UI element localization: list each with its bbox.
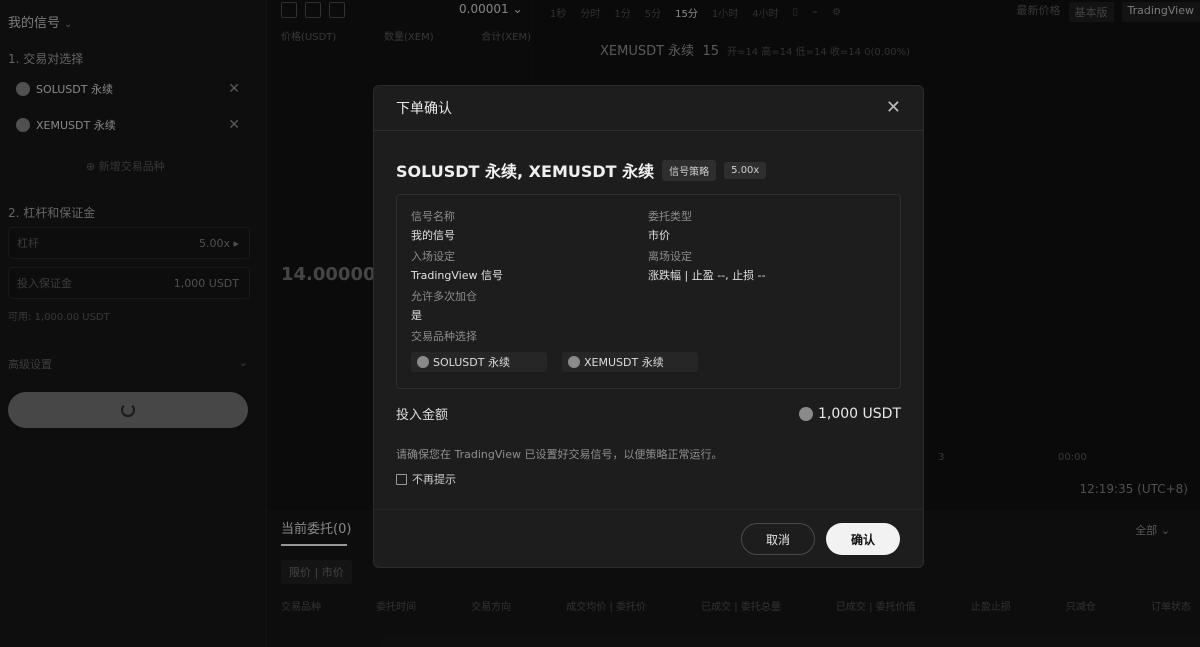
- cancel-button[interactable]: 取消: [741, 523, 815, 555]
- dialog-title: 下单确认: [396, 101, 452, 117]
- invest-label: 投入金额: [396, 408, 449, 423]
- exit-setting-item: 离场设定 涨跌幅 | 止盈 --, 止损 --: [648, 250, 766, 282]
- coin-icon: [568, 356, 580, 368]
- multi-entry-item: 允许多次加仓是: [411, 290, 477, 322]
- signal-name-item: 信号名称 我的信号: [411, 210, 455, 242]
- order-details-box: 信号名称 我的信号 委托类型 市价 入场设定 TradingView 信号 离场设定涨…: [396, 194, 901, 389]
- invest-amount-row: 投入金额 1,000 USDT: [396, 404, 901, 424]
- order-type-item: 委托类型 市价: [648, 210, 692, 242]
- dialog-header: 下单确认 ✕: [374, 86, 923, 131]
- symbol-chip-xem: XEMUSDT 永续: [562, 352, 698, 372]
- tradingview-notice: 请确保您在 TradingView 已设置好交易信号，以便策略正常运行。: [396, 448, 723, 461]
- coin-icon: [417, 356, 429, 368]
- dialog-footer: 取消 确认: [374, 509, 923, 568]
- close-icon[interactable]: ✕: [886, 99, 901, 117]
- dont-show-again-checkbox[interactable]: 不再提示: [396, 471, 456, 487]
- pairs-title: SOLUSDT 永续, XEMUSDT 永续: [396, 162, 655, 181]
- symbols-label: 交易品种选择: [411, 330, 477, 343]
- entry-setting-item: 入场设定 TradingView 信号: [411, 250, 503, 282]
- usdt-coin-icon: [799, 406, 813, 421]
- invest-value: 1,000 USDT: [799, 406, 901, 422]
- leverage-badge: 5.00x: [724, 161, 767, 179]
- symbol-chip-sol: SOLUSDT 永续: [411, 352, 547, 372]
- dialog-summary: SOLUSDT 永续, XEMUSDT 永续 信号策略 5.00x: [396, 158, 767, 182]
- checkbox-icon[interactable]: [396, 473, 407, 485]
- confirm-button[interactable]: 确认: [826, 523, 900, 555]
- order-confirm-dialog: 下单确认 ✕ SOLUSDT 永续, XEMUSDT 永续 信号策略 5.00x…: [373, 85, 924, 568]
- strategy-badge: 信号策略: [662, 159, 717, 181]
